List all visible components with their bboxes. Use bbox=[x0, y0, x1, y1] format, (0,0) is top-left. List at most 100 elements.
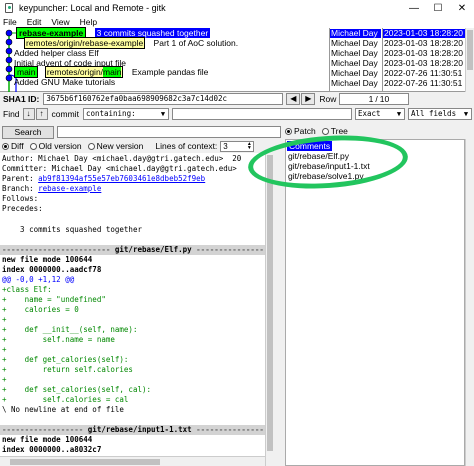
author-cell: Michael Day bbox=[331, 48, 378, 58]
diff-radio[interactable]: Diff bbox=[2, 141, 24, 151]
commit-list: rebase-example 3 commits squashed togeth… bbox=[0, 27, 474, 92]
commit-list-scrollbar[interactable] bbox=[465, 28, 474, 92]
added-line: + name = "undefined" bbox=[2, 295, 106, 304]
date-cell: 2022-07-26 11:30:51 bbox=[384, 68, 463, 78]
find-mode-select[interactable]: containing: ▼ bbox=[82, 108, 169, 120]
commit-message: Example pandas file bbox=[131, 67, 209, 77]
info-key: Committer: bbox=[2, 164, 48, 173]
find-next-button[interactable]: ↓ bbox=[22, 108, 35, 120]
new-version-radio[interactable]: New version bbox=[87, 141, 143, 151]
menu-file[interactable]: File bbox=[3, 17, 17, 27]
date-cell: 2023-01-03 18:28:20 bbox=[384, 48, 463, 58]
added-line: + return self.calories bbox=[2, 365, 133, 374]
author-column[interactable]: Michael Day Michael Day Michael Day Mich… bbox=[329, 28, 381, 92]
back-arrow-button[interactable]: ◀ bbox=[286, 93, 301, 105]
match-type-select[interactable]: Exact ▼ bbox=[354, 108, 405, 120]
file-header: ------------------------ git/rebase/Elf.… bbox=[0, 245, 265, 255]
diff-meta-line: index 0000000..a8032c7 bbox=[2, 445, 102, 454]
precedes-line: Precedes: bbox=[2, 204, 43, 213]
maximize-button[interactable]: ☐ bbox=[426, 0, 450, 16]
date-column[interactable]: 2023-01-03 18:28:20 2023-01-03 18:28:20 … bbox=[382, 28, 465, 92]
commit-message: Added GNU Make tutorials bbox=[14, 77, 116, 87]
minimize-button[interactable]: — bbox=[402, 0, 426, 16]
parent-link[interactable]: ab9f81394af55e57eb7603461e8dbeb52f9eb bbox=[38, 174, 205, 183]
search-button[interactable]: Search bbox=[2, 125, 54, 139]
changed-files-list[interactable]: Comments git/rebase/Elf.py git/rebase/in… bbox=[285, 139, 465, 466]
sha-bar: SHA1 ID: 3675b6f160762efa0baa698909682c3… bbox=[0, 92, 474, 106]
commit-graph-pane[interactable]: rebase-example 3 commits squashed togeth… bbox=[0, 27, 330, 92]
chevron-down-icon: ▼ bbox=[463, 110, 469, 118]
diff-horizontal-scrollbar[interactable] bbox=[0, 456, 265, 466]
menu-edit[interactable]: Edit bbox=[27, 17, 42, 27]
added-line: + bbox=[2, 375, 7, 384]
diff-meta-line: new file mode 100644 bbox=[2, 255, 93, 264]
diff-scrollbar[interactable] bbox=[265, 153, 274, 466]
row-current: 1 bbox=[368, 94, 374, 104]
added-line: + def __init__(self, name): bbox=[2, 325, 138, 334]
match-type-value: Exact bbox=[357, 109, 381, 118]
diff-search-input[interactable] bbox=[57, 126, 281, 138]
diff-options: Diff Old version New version Lines of co… bbox=[0, 140, 283, 152]
commit-row[interactable]: Added GNU Make tutorials bbox=[14, 78, 115, 87]
author-cell: Michael Day bbox=[330, 29, 381, 38]
date-cell: 2022-07-26 11:30:51 bbox=[384, 78, 463, 88]
window-title: keypuncher: Local and Remote - gitk bbox=[19, 3, 166, 13]
patch-radio[interactable]: Patch bbox=[285, 126, 316, 136]
find-bar: Find ↓ ↑ commit containing: ▼ Exact ▼ Al… bbox=[0, 107, 474, 121]
file-list-scrollbar[interactable] bbox=[465, 139, 474, 466]
commit-row[interactable]: remotes/origin/rebase-example Part 1 of … bbox=[24, 37, 239, 49]
file-list-item[interactable]: git/rebase/solve1.py bbox=[288, 171, 364, 181]
committer-line: Committer: Michael Day <michael.day@gtri… bbox=[2, 164, 237, 174]
chevron-down-icon: ▼ bbox=[396, 110, 402, 118]
date-cell: 2023-01-03 18:28:20 bbox=[384, 38, 463, 48]
tree-radio[interactable]: Tree bbox=[321, 126, 348, 136]
context-label: Lines of context: bbox=[155, 141, 218, 151]
context-lines-spinbox[interactable]: 3 ▲ ▼ bbox=[220, 140, 255, 152]
close-button[interactable]: ✕ bbox=[450, 0, 474, 16]
find-prev-button[interactable]: ↑ bbox=[35, 108, 48, 120]
commit-message: Part 1 of AoC solution. bbox=[153, 38, 239, 48]
commit-row[interactable]: Added helper class Elf bbox=[14, 49, 99, 58]
search-row: Search bbox=[0, 125, 283, 139]
forward-arrow-button[interactable]: ▶ bbox=[301, 93, 316, 105]
diff-view[interactable]: Author: Michael Day <michael.day@gtri.ga… bbox=[0, 153, 265, 466]
sha-label: SHA1 ID: bbox=[3, 94, 40, 104]
remote-branch-name: rebase-example bbox=[82, 38, 144, 48]
diff-line: \ No newline at end of file bbox=[2, 405, 124, 414]
added-line: + self.name = name bbox=[2, 335, 115, 344]
info-value: Michael Day <michael.day@gtri.gatech.edu… bbox=[38, 154, 242, 163]
author-cell: Michael Day bbox=[331, 38, 378, 48]
menu-help[interactable]: Help bbox=[80, 17, 97, 27]
diff-meta-line: index 0000000..aadcf78 bbox=[2, 265, 102, 274]
sha-id-field[interactable]: 3675b6f160762efa0baa698909682c3a7c14d02c bbox=[43, 93, 284, 105]
file-list-item-comments[interactable]: Comments bbox=[287, 141, 333, 151]
file-list-item[interactable]: git/rebase/input1-1.txt bbox=[288, 161, 370, 171]
radio-unselected bbox=[321, 127, 329, 135]
menu-view[interactable]: View bbox=[51, 17, 69, 27]
row-label: Row bbox=[319, 94, 337, 104]
file-list-panel: Patch Tree Comments git/rebase/Elf.py gi… bbox=[283, 123, 474, 466]
file-header-name: git/rebase/Elf.py bbox=[114, 245, 192, 254]
follows-line: Follows: bbox=[2, 194, 39, 203]
chevron-down-icon: ▼ bbox=[160, 110, 166, 118]
spinner-arrows-icon[interactable]: ▲ ▼ bbox=[245, 141, 253, 150]
old-version-radio[interactable]: Old version bbox=[29, 141, 82, 151]
gitk-app-icon bbox=[4, 2, 15, 14]
row-indicator: 1 / 10 bbox=[339, 93, 410, 105]
find-mode-value: containing: bbox=[85, 109, 136, 118]
file-header-name: git/rebase/input1-1.txt bbox=[87, 425, 192, 434]
find-input[interactable] bbox=[171, 108, 352, 120]
file-list-item[interactable]: git/rebase/Elf.py bbox=[288, 151, 349, 161]
find-fields-select[interactable]: All fields ▼ bbox=[407, 108, 472, 120]
scrollbar-thumb[interactable] bbox=[10, 459, 160, 465]
scrollbar-thumb[interactable] bbox=[467, 30, 473, 70]
parent-line: Parent: ab9f81394af55e57eb7603461e8dbeb5… bbox=[2, 174, 205, 184]
author-cell: Michael Day bbox=[331, 58, 378, 68]
diff-meta-line: new file mode 100644 bbox=[2, 435, 93, 444]
view-mode-options: Patch Tree bbox=[285, 125, 354, 137]
scrollbar-thumb[interactable] bbox=[267, 155, 273, 451]
diff-panel: Search Diff Old version New version Line… bbox=[0, 123, 283, 466]
branch-link[interactable]: rebase-example bbox=[38, 184, 101, 193]
commit-row[interactable]: main remotes/origin/main Example pandas … bbox=[14, 66, 209, 78]
added-line: + def get_calories(self): bbox=[2, 355, 129, 364]
